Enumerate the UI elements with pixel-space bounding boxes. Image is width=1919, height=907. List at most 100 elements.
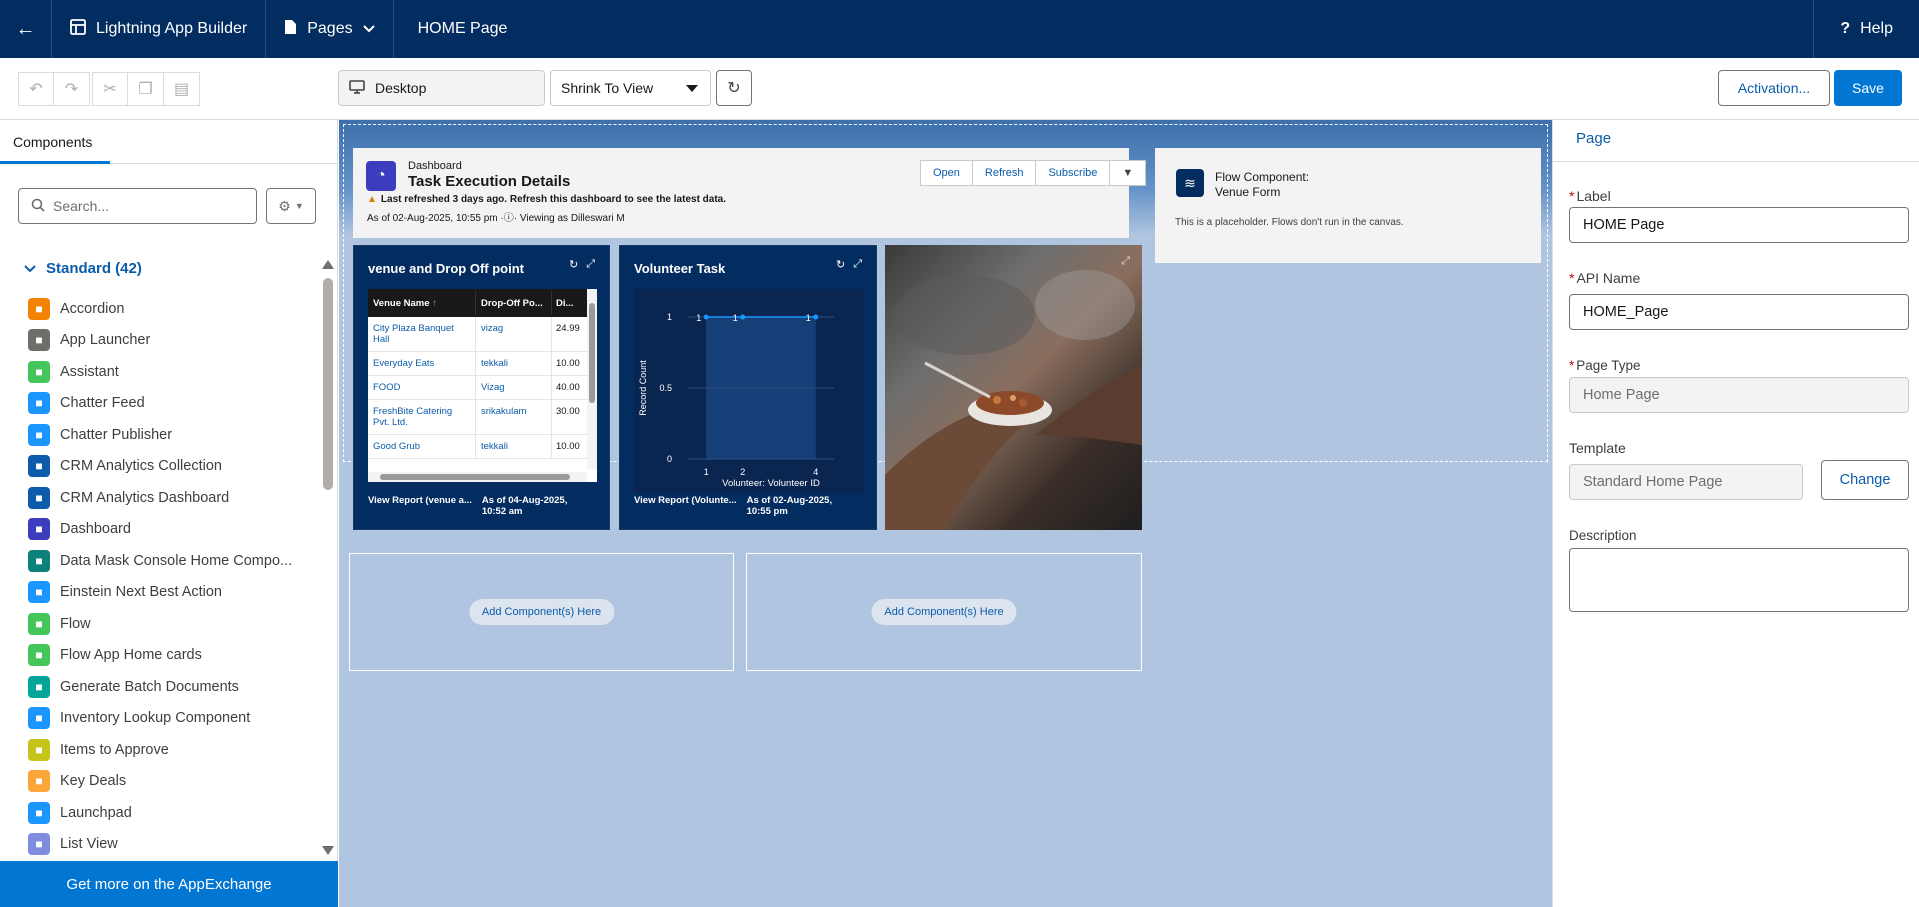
venue-cell[interactable]: FreshBite Catering Pvt. Ltd. [368,400,475,434]
hscroll-thumb[interactable] [380,474,570,480]
copy-icon: ❐ [138,81,153,98]
component-item[interactable]: ■ Chatter Feed [28,388,318,420]
venue-cell[interactable]: Good Grub [368,435,475,458]
component-item[interactable]: ■ Flow App Home cards [28,640,318,672]
component-item[interactable]: ■ Dashboard [28,514,318,546]
redo-icon: ↷ [64,81,79,98]
scroll-down-icon[interactable] [322,846,334,855]
component-label: Key Deals [60,773,127,790]
panel-scrollbar[interactable] [322,260,334,860]
appexchange-link[interactable]: Get more on the AppExchange [0,861,338,907]
venue-cell[interactable]: FOOD [368,376,475,399]
component-item[interactable]: ■ Items to Approve [28,734,318,766]
more-actions-button[interactable]: ▼ [1110,160,1147,186]
data-label: 1 [696,313,701,323]
question-icon: ? [1840,20,1851,37]
component-label: Flow [60,615,91,632]
description-textarea[interactable] [1569,548,1909,612]
desktop-icon [349,79,365,97]
view-report-link[interactable]: View Report (Volunte... [634,495,737,517]
dashboard-refresh-button[interactable]: Refresh [972,160,1037,186]
api-name-input[interactable]: HOME_Page [1569,294,1909,330]
subscribe-button[interactable]: Subscribe [1036,160,1111,186]
component-label: Launchpad [60,804,132,821]
help-button[interactable]: ? Help [1813,0,1919,58]
change-template-button[interactable]: Change [1821,460,1909,500]
venue-cell[interactable]: Everyday Eats [368,352,475,375]
component-item[interactable]: ■ CRM Analytics Collection [28,451,318,483]
open-button[interactable]: Open [920,160,973,186]
label-input[interactable]: HOME Page [1569,207,1909,243]
dropoff-cell[interactable]: tekkali [475,352,551,375]
table-scrollbar[interactable] [587,289,597,469]
undo-button[interactable]: ↶ [18,72,54,106]
view-report-link[interactable]: View Report (venue a... [368,495,472,517]
scroll-thumb[interactable] [589,303,595,403]
component-item[interactable]: ■ Launchpad [28,797,318,829]
view-mode-select[interactable]: Shrink To View [550,70,711,106]
dropoff-cell[interactable]: tekkali [475,435,551,458]
app-name-button[interactable]: Lightning App Builder [52,0,267,58]
component-item[interactable]: ■ Generate Batch Documents [28,671,318,703]
section-standard[interactable]: Standard (42) [24,260,142,277]
component-item[interactable]: ■ Inventory Lookup Component [28,703,318,735]
column-di[interactable]: Di... [551,291,585,315]
flow-component[interactable]: ≋ Flow Component: Venue Form This is a p… [1155,148,1541,263]
chevron-down-icon [24,260,36,277]
add-component-zone-left[interactable]: Add Component(s) Here [349,553,734,671]
clipboard-group: ✂ ❐ ▤ [92,72,200,106]
table-hscrollbar[interactable] [368,472,587,482]
dashboard-header[interactable]: ◔ Dashboard Task Execution Details ▲ Las… [353,148,1147,238]
viewing-as-text: Viewing as Dilleswari M [519,213,625,224]
layout-icon [70,18,86,40]
venue-widget-title: venue and Drop Off point [368,261,524,276]
refresh-icon[interactable]: ↻ [569,258,578,271]
dropoff-cell[interactable]: Vizag [475,376,551,399]
flow-title: Flow Component: [1215,170,1310,184]
cut-button[interactable]: ✂ [92,72,128,106]
expand-icon[interactable]: ⤢ [586,258,595,271]
dropoff-cell[interactable]: srikakulam [475,400,551,434]
activation-button[interactable]: Activation... [1718,70,1830,106]
save-button[interactable]: Save [1834,70,1902,106]
properties-title: Page [1553,120,1919,162]
value-cell: 10.00 [551,352,585,375]
volunteer-widget[interactable]: Volunteer Task ↻ ⤢ 0 0.5 1 1 1 1 2 1 4 Volunteer:… [619,245,877,530]
properties-panel: Page * Label HOME Page * API Name HOME_Pag… [1552,120,1919,907]
pages-menu[interactable]: Pages [266,0,394,58]
back-button[interactable]: ← [0,0,52,58]
device-select[interactable]: Desktop [338,70,545,106]
settings-menu-button[interactable]: ⚙ ▼ [266,188,316,224]
expand-icon[interactable]: ⤢ [853,258,862,271]
column-dropoff[interactable]: Drop-Off Po... [475,291,551,315]
expand-icon[interactable]: ⤢ [1121,255,1130,268]
add-component-pill[interactable]: Add Component(s) Here [468,599,615,625]
scroll-thumb[interactable] [323,278,333,490]
component-item[interactable]: ■ List View [28,829,318,861]
copy-button[interactable]: ❐ [128,72,164,106]
component-item[interactable]: ■ Einstein Next Best Action [28,577,318,609]
column-venue-name[interactable]: Venue Name ↑ [368,292,475,315]
venue-cell[interactable]: City Plaza Banquet Hall [368,317,475,351]
scroll-up-icon[interactable] [322,260,334,269]
tab-components[interactable]: Components [0,120,110,164]
component-item[interactable]: ■ App Launcher [28,325,318,357]
add-component-pill[interactable]: Add Component(s) Here [871,599,1017,625]
component-item[interactable]: ■ Data Mask Console Home Compo... [28,545,318,577]
component-item[interactable]: ■ Accordion [28,293,318,325]
venue-widget[interactable]: venue and Drop Off point ↻ ⤢ Venue Name … [353,245,610,530]
component-item[interactable]: ■ Key Deals [28,766,318,798]
component-item[interactable]: ■ Flow [28,608,318,640]
search-input[interactable]: Search... [18,188,257,224]
dropoff-cell[interactable]: vizag [475,317,551,351]
component-item[interactable]: ■ Chatter Publisher [28,419,318,451]
app-name: Lightning App Builder [96,20,248,37]
paste-button[interactable]: ▤ [164,72,200,106]
component-item[interactable]: ■ Assistant [28,356,318,388]
redo-button[interactable]: ↷ [54,72,90,106]
refresh-button[interactable]: ↻ [716,70,752,106]
page-canvas: ◔ Dashboard Task Execution Details ▲ Las… [339,120,1552,907]
refresh-icon[interactable]: ↻ [836,258,845,271]
add-component-zone-right[interactable]: Add Component(s) Here [746,553,1142,671]
component-item[interactable]: ■ CRM Analytics Dashboard [28,482,318,514]
